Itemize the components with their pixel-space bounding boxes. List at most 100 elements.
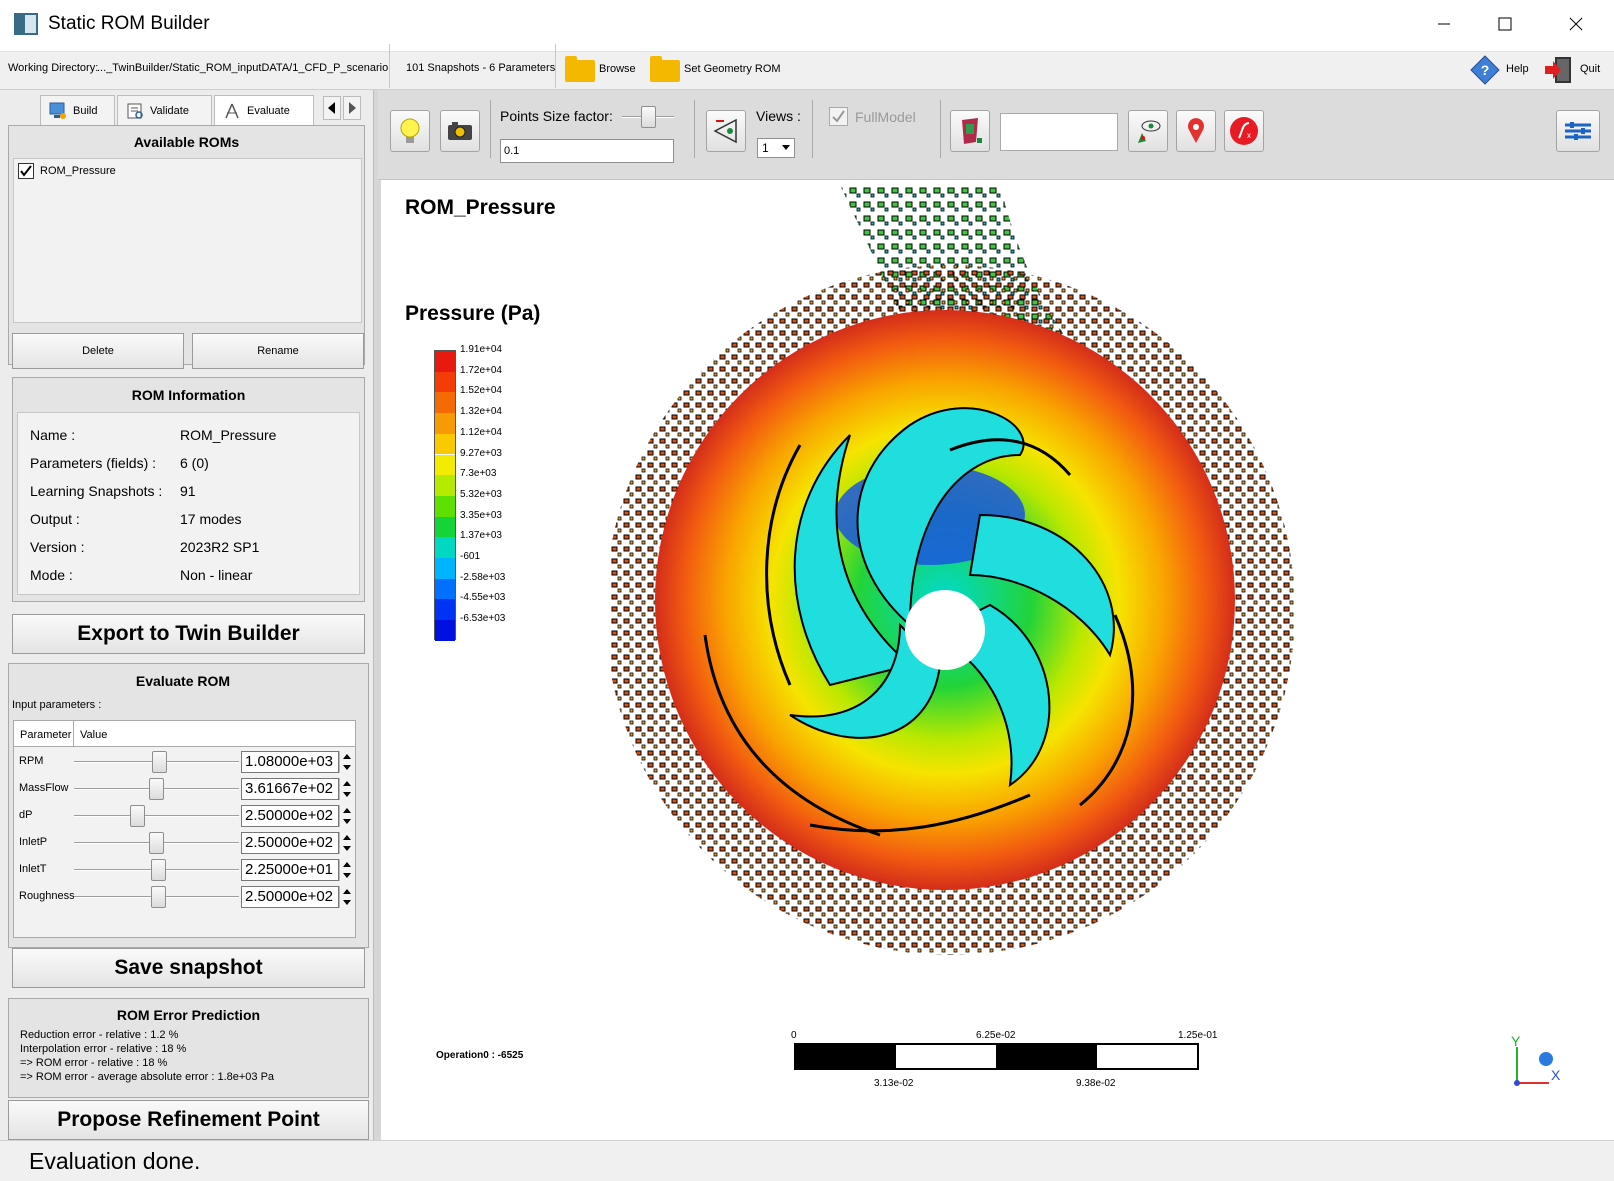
- legend-swatch: [435, 558, 455, 579]
- scale-bar-label-quarter: 3.13e-02: [874, 1078, 914, 1089]
- snapshots-summary: 101 Snapshots - 6 Parameters: [406, 62, 556, 74]
- parameter-value-spinbox[interactable]: 2.50000e+02: [241, 805, 339, 827]
- delete-button[interactable]: Delete: [12, 333, 184, 369]
- help-label: Help: [1506, 63, 1529, 75]
- minimize-button[interactable]: [1421, 8, 1467, 40]
- parameter-name: InletP: [19, 836, 48, 848]
- points-size-label: Points Size factor:: [500, 108, 613, 124]
- operation-label: Operation0 : -6525: [436, 1050, 524, 1061]
- tab-evaluate[interactable]: Evaluate: [214, 95, 314, 125]
- spinbox-arrows[interactable]: [339, 751, 353, 773]
- tab-build[interactable]: Build: [40, 95, 115, 125]
- scale-bar-segment: [796, 1045, 896, 1068]
- scale-bar-label-end: 1.25e-01: [1178, 1030, 1218, 1041]
- points-size-input[interactable]: 0.1: [500, 139, 674, 163]
- view-eye-icon: [713, 118, 737, 144]
- parameter-value-spinbox[interactable]: 2.25000e+01: [241, 859, 339, 881]
- column-divider: [73, 721, 74, 747]
- parameter-value: 2.50000e+02: [245, 834, 334, 851]
- lightbulb-button[interactable]: [390, 110, 430, 152]
- propose-refinement-point-button[interactable]: Propose Refinement Point: [8, 1100, 369, 1140]
- geometry-view-button[interactable]: [950, 110, 990, 152]
- fullmodel-checkbox[interactable]: [829, 107, 848, 126]
- rom-list-item[interactable]: ROM_Pressure: [16, 162, 216, 180]
- legend-swatch: [435, 620, 455, 641]
- parameter-slider[interactable]: [149, 778, 164, 800]
- axis-x-label: X: [1551, 1067, 1561, 1083]
- legend-swatch: [435, 351, 455, 372]
- tab-build-label: Build: [73, 104, 98, 117]
- maximize-button[interactable]: [1482, 8, 1528, 40]
- reset-view-button[interactable]: [706, 110, 746, 152]
- tab-validate[interactable]: Validate: [117, 95, 212, 125]
- help-button[interactable]: ? Help: [1470, 55, 1534, 85]
- legend-tick-label: 1.32e+04: [460, 406, 502, 418]
- parameter-value-spinbox[interactable]: 2.50000e+02: [241, 832, 339, 854]
- spinbox-arrows[interactable]: [339, 859, 353, 881]
- set-geometry-rom-button[interactable]: Set Geometry ROM: [648, 56, 788, 84]
- rename-button[interactable]: Rename: [192, 333, 364, 369]
- parameter-value-spinbox[interactable]: 3.61667e+02: [241, 778, 339, 800]
- location-pin-button[interactable]: [1176, 110, 1216, 152]
- screenshot-button[interactable]: [440, 110, 480, 152]
- parameter-slider[interactable]: [149, 832, 164, 854]
- legend-color-bar: [434, 350, 456, 641]
- close-button[interactable]: [1553, 8, 1599, 40]
- settings-button[interactable]: [1556, 110, 1600, 152]
- legend-tick-label: 7.3e+03: [460, 468, 497, 480]
- reduction-error-text: Reduction error - relative : 1.2 %: [20, 1029, 179, 1041]
- info-key-parameters: Parameters (fields) :: [30, 455, 157, 471]
- spinbox-arrows[interactable]: [339, 778, 353, 800]
- quit-button[interactable]: Quit: [1543, 55, 1607, 85]
- parameter-name: MassFlow: [19, 782, 69, 794]
- spin-arrows-icon: [343, 862, 351, 878]
- arrow-left-icon: [328, 102, 335, 114]
- parameter-value: 1.08000e+03: [245, 753, 334, 770]
- legend-tick-label: 5.32e+03: [460, 488, 502, 500]
- interpolation-error-text: Interpolation error - relative : 18 %: [20, 1043, 187, 1055]
- divider: [389, 44, 390, 88]
- filter-input[interactable]: [1000, 113, 1118, 151]
- rom-checkbox[interactable]: [18, 163, 34, 179]
- operation-button[interactable]: x: [1224, 110, 1264, 152]
- panel-splitter[interactable]: [373, 90, 381, 1140]
- folder-icon: [565, 56, 595, 82]
- validate-icon: [127, 103, 143, 119]
- parameter-value-spinbox[interactable]: 2.50000e+02: [241, 886, 339, 908]
- tab-scroll-left[interactable]: [323, 96, 341, 120]
- save-snapshot-button[interactable]: Save snapshot: [12, 948, 365, 988]
- info-value-parameters: 6 (0): [180, 455, 209, 471]
- legend-tick-label: -601: [460, 551, 481, 562]
- checkmark-icon: [20, 165, 32, 177]
- spin-arrows-icon: [343, 808, 351, 824]
- rom-name-title: ROM_Pressure: [405, 196, 556, 219]
- legend-swatch: [435, 599, 455, 621]
- legend-swatch: [435, 516, 455, 538]
- points-size-slider[interactable]: [641, 106, 656, 128]
- probe-view-button[interactable]: [1128, 110, 1168, 152]
- chevron-down-icon: [782, 145, 790, 150]
- working-directory-value: ..._TwinBuilder/Static_ROM_inputDATA/1_C…: [97, 62, 389, 74]
- parameter-value-spinbox[interactable]: 1.08000e+03: [241, 751, 339, 773]
- tab-evaluate-label: Evaluate: [247, 104, 290, 117]
- export-to-twin-builder-button[interactable]: Export to Twin Builder: [12, 614, 365, 654]
- color-legend: 1.91e+04 1.72e+04 1.52e+04 1.32e+04 1.12e+04…: [434, 344, 524, 641]
- spinbox-arrows[interactable]: [339, 805, 353, 827]
- quit-label: Quit: [1580, 63, 1601, 75]
- parameter-slider[interactable]: [152, 751, 167, 773]
- legend-swatch: [435, 475, 455, 496]
- tab-scroll-right[interactable]: [343, 96, 361, 120]
- parameter-slider[interactable]: [150, 859, 166, 881]
- legend-swatch: [435, 433, 455, 455]
- parameter-slider[interactable]: [150, 886, 166, 908]
- rom-error-prediction-title: ROM Error Prediction: [116, 1007, 261, 1023]
- scale-bar-label-start: 0: [791, 1030, 797, 1041]
- parameter-value: 2.50000e+02: [245, 807, 334, 824]
- parameter-slider[interactable]: [129, 805, 145, 827]
- views-dropdown[interactable]: 1: [757, 138, 795, 158]
- spinbox-arrows[interactable]: [339, 886, 353, 908]
- legend-tick-label: 1.52e+04: [460, 385, 502, 397]
- parameter-value: 3.61667e+02: [245, 780, 334, 797]
- window-title: Static ROM Builder: [48, 13, 210, 34]
- spinbox-arrows[interactable]: [339, 832, 353, 854]
